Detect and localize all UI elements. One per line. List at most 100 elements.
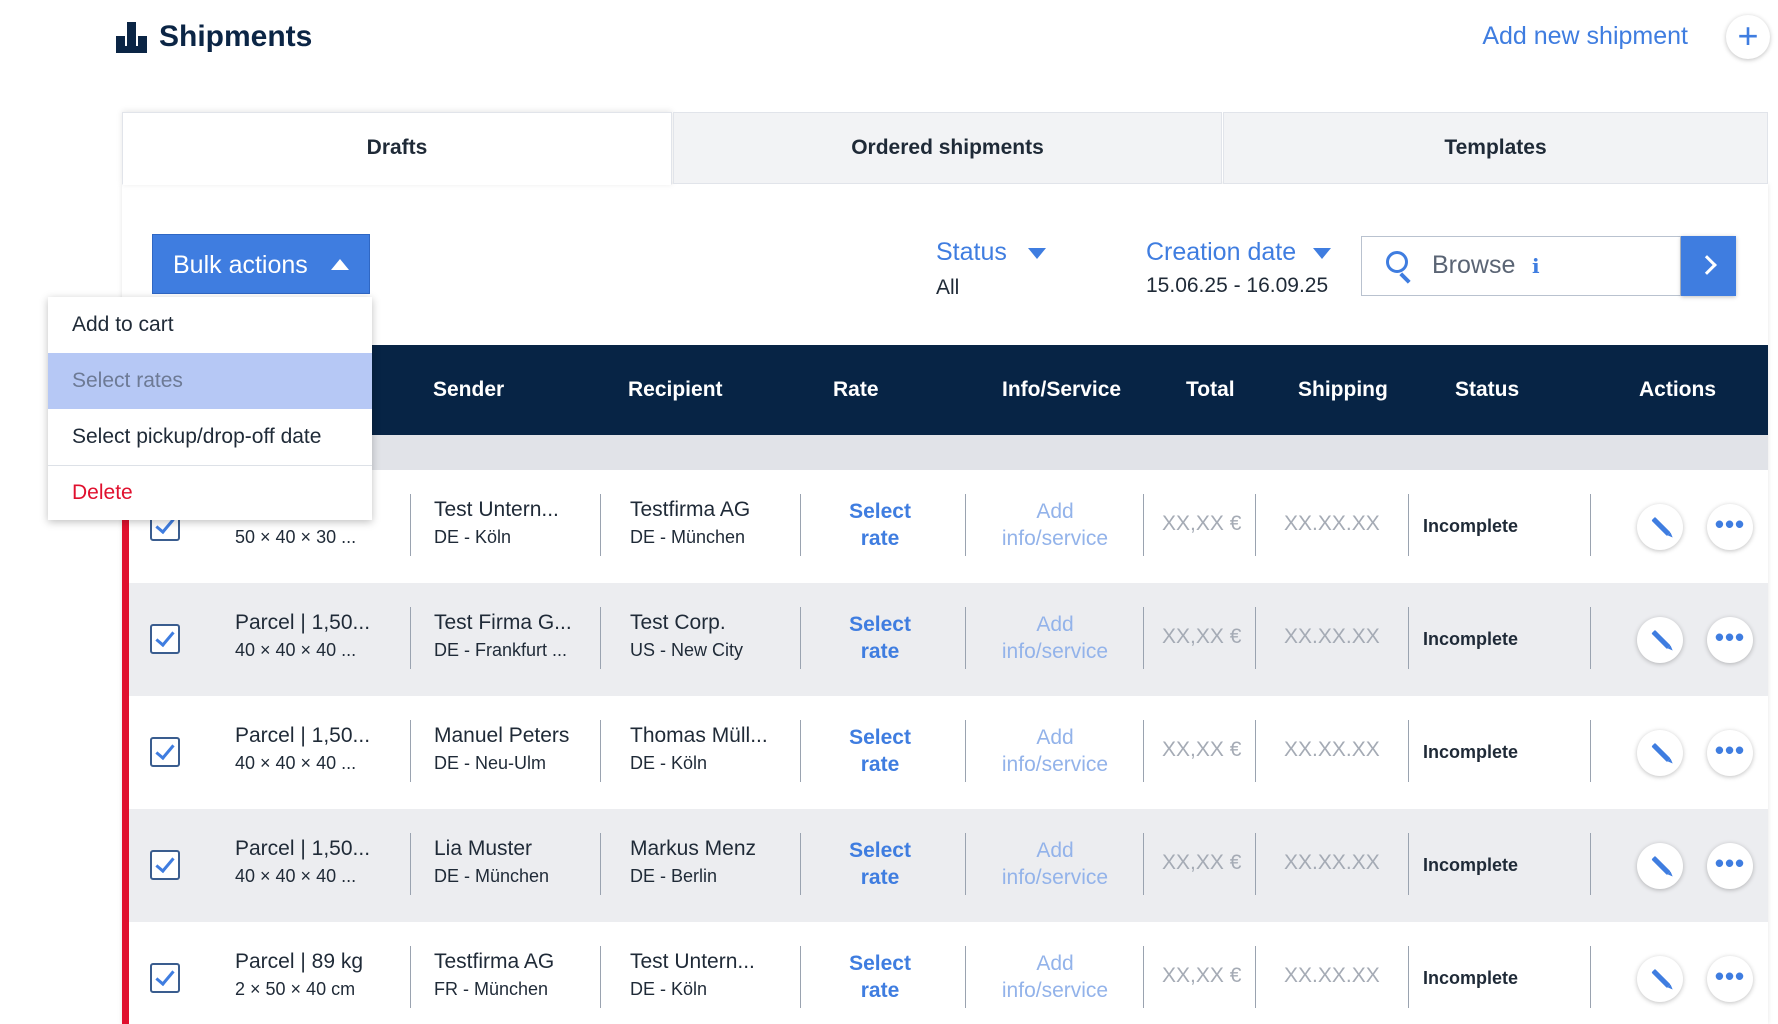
- edit-button[interactable]: [1637, 956, 1683, 1002]
- column-divider: [410, 720, 411, 782]
- edit-button[interactable]: [1637, 504, 1683, 550]
- more-actions-button[interactable]: •••: [1707, 730, 1753, 776]
- more-actions-button[interactable]: •••: [1707, 843, 1753, 889]
- bulk-actions-menu: Add to cart Select rates Select pickup/d…: [48, 297, 372, 520]
- search-submit-button[interactable]: [1681, 236, 1736, 296]
- shipping-date: XX.XX.XX: [1284, 964, 1380, 987]
- more-actions-button[interactable]: •••: [1707, 617, 1753, 663]
- parcel-dimensions: 40 × 40 × 40 ...: [235, 753, 357, 773]
- total-value: XX,XX €: [1162, 512, 1242, 535]
- status-caret-down-icon[interactable]: [1028, 248, 1046, 259]
- column-divider: [1255, 720, 1256, 782]
- parcel-dimensions: 2 × 50 × 40 cm: [235, 979, 356, 999]
- add-info-service-link[interactable]: Add info/service: [975, 498, 1135, 552]
- column-header-info-service[interactable]: Info/Service: [1002, 378, 1121, 402]
- column-divider: [800, 833, 801, 895]
- sender-name: Lia Muster: [434, 837, 533, 860]
- add-info-service-link[interactable]: Add info/service: [975, 950, 1135, 1004]
- column-divider: [965, 720, 966, 782]
- select-rate-link[interactable]: Select rate: [820, 837, 940, 891]
- caret-up-icon: [331, 259, 349, 270]
- recipient-location: DE - München: [630, 527, 746, 547]
- parcel-dimensions: 40 × 40 × 40 ...: [235, 866, 357, 886]
- sender-location: DE - Köln: [434, 527, 512, 547]
- row-checkbox[interactable]: [150, 850, 180, 880]
- select-rate-link[interactable]: Select rate: [820, 950, 940, 1004]
- column-divider: [1590, 833, 1591, 895]
- column-header-rate[interactable]: Rate: [833, 378, 879, 402]
- edit-button[interactable]: [1637, 617, 1683, 663]
- status-filter-label[interactable]: Status: [936, 238, 1007, 267]
- more-actions-button[interactable]: •••: [1707, 956, 1753, 1002]
- column-header-shipping[interactable]: Shipping: [1298, 378, 1388, 402]
- checkmark-icon: [155, 965, 175, 987]
- select-rate-link[interactable]: Select rate: [820, 724, 940, 778]
- more-dots-icon: •••: [1714, 735, 1746, 765]
- column-divider: [965, 607, 966, 669]
- column-header-recipient[interactable]: Recipient: [628, 378, 723, 402]
- menu-item-select-rates: Select rates: [48, 353, 372, 409]
- menu-item-add-to-cart[interactable]: Add to cart: [48, 297, 372, 353]
- column-divider: [600, 946, 601, 1008]
- tab-drafts[interactable]: Drafts: [122, 112, 672, 185]
- date-caret-down-icon[interactable]: [1313, 248, 1331, 259]
- column-divider: [1255, 607, 1256, 669]
- search-icon: [1386, 251, 1416, 284]
- row-checkbox[interactable]: [150, 963, 180, 993]
- table-row: [122, 809, 1768, 922]
- menu-item-select-pickup-date[interactable]: Select pickup/drop-off date: [48, 409, 372, 465]
- parcel-summary: Parcel | 1,50...: [235, 724, 371, 747]
- menu-item-delete[interactable]: Delete: [48, 465, 372, 521]
- column-divider: [600, 720, 601, 782]
- column-divider: [1255, 833, 1256, 895]
- status-filter-value: All: [936, 276, 960, 299]
- more-actions-button[interactable]: •••: [1707, 504, 1753, 550]
- shipments-logo-icon: [116, 22, 147, 53]
- info-icon[interactable]: i: [1532, 254, 1540, 278]
- bulk-actions-button[interactable]: Bulk actions: [152, 234, 370, 294]
- creation-date-value: 15.06.25 - 16.09.25: [1146, 274, 1329, 297]
- creation-date-filter-label[interactable]: Creation date: [1146, 238, 1296, 267]
- search-input[interactable]: Browse i: [1361, 236, 1681, 296]
- select-rate-link[interactable]: Select rate: [820, 611, 940, 665]
- column-divider: [1143, 607, 1144, 669]
- status-text: Incomplete: [1423, 629, 1519, 649]
- column-divider: [1408, 946, 1409, 1008]
- column-divider: [965, 946, 966, 1008]
- edit-button[interactable]: [1637, 843, 1683, 889]
- status-text: Incomplete: [1423, 855, 1519, 875]
- shipping-date: XX.XX.XX: [1284, 625, 1380, 648]
- column-divider: [800, 720, 801, 782]
- checkmark-icon: [155, 739, 175, 761]
- column-header-status[interactable]: Status: [1455, 378, 1519, 402]
- pencil-icon: [1651, 968, 1671, 989]
- column-divider: [410, 946, 411, 1008]
- tab-ordered-shipments[interactable]: Ordered shipments: [673, 112, 1222, 184]
- edit-button[interactable]: [1637, 730, 1683, 776]
- tab-templates[interactable]: Templates: [1223, 112, 1768, 184]
- row-checkbox[interactable]: [150, 737, 180, 767]
- pencil-icon: [1651, 516, 1671, 537]
- column-divider: [1590, 946, 1591, 1008]
- total-value: XX,XX €: [1162, 964, 1242, 987]
- parcel-summary: Parcel | 1,50...: [235, 837, 371, 860]
- checkmark-icon: [155, 852, 175, 874]
- add-new-shipment-link[interactable]: Add new shipment: [1482, 22, 1688, 51]
- sender-name: Testfirma AG: [434, 950, 555, 973]
- row-checkbox[interactable]: [150, 624, 180, 654]
- add-info-service-link[interactable]: Add info/service: [975, 837, 1135, 891]
- add-shipment-button[interactable]: +: [1726, 15, 1770, 59]
- column-header-total[interactable]: Total: [1186, 378, 1235, 402]
- add-info-service-link[interactable]: Add info/service: [975, 724, 1135, 778]
- parcel-dimensions: 40 × 40 × 40 ...: [235, 640, 357, 660]
- add-info-service-link[interactable]: Add info/service: [975, 611, 1135, 665]
- recipient-location: DE - Köln: [630, 753, 708, 773]
- column-divider: [1408, 607, 1409, 669]
- column-divider: [1143, 494, 1144, 556]
- recipient-location: DE - Köln: [630, 979, 708, 999]
- column-divider: [1255, 494, 1256, 556]
- column-header-sender[interactable]: Sender: [433, 378, 504, 402]
- recipient-name: Markus Menz: [630, 837, 757, 860]
- select-rate-link[interactable]: Select rate: [820, 498, 940, 552]
- more-dots-icon: •••: [1714, 509, 1746, 539]
